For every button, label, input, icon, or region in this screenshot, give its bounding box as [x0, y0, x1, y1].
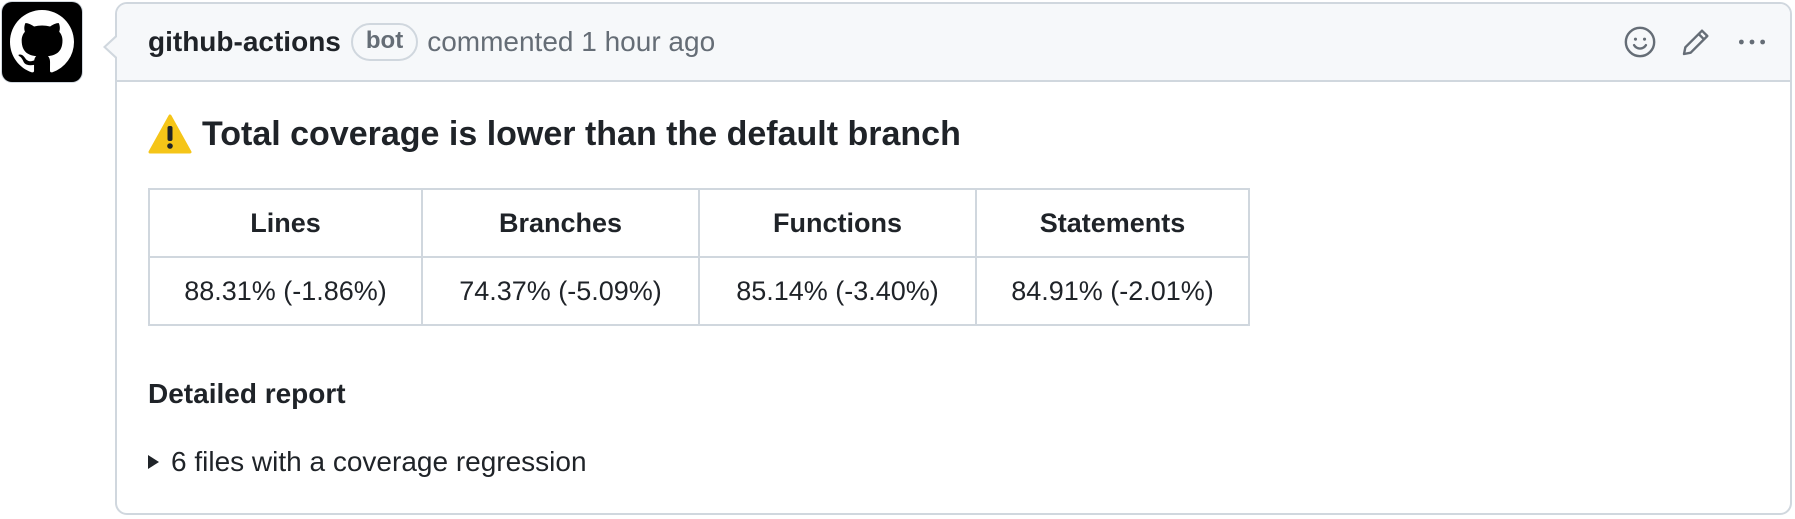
header-lines: Lines	[148, 188, 423, 258]
disclosure-triangle-icon	[148, 455, 159, 469]
comment-timestamp[interactable]: commented 1 hour ago	[427, 26, 715, 58]
more-options-button[interactable]	[1734, 24, 1770, 60]
coverage-heading: Total coverage is lower than the default…	[148, 110, 1759, 158]
header-statements: Statements	[975, 188, 1250, 258]
github-octocat-icon	[10, 10, 74, 73]
bot-badge: bot	[350, 23, 419, 61]
cell-statements: 84.91% (-2.01%)	[975, 256, 1250, 326]
kebab-horizontal-icon	[1738, 39, 1766, 45]
cell-lines: 88.31% (-1.86%)	[148, 256, 423, 326]
cell-branches: 74.37% (-5.09%)	[421, 256, 700, 326]
coverage-table: Lines Branches Functions Statements 88.3…	[148, 188, 1250, 326]
comment-box: github-actions bot commented 1 hour ago	[103, 2, 1792, 515]
avatar[interactable]	[2, 2, 82, 82]
pencil-icon	[1682, 29, 1709, 56]
comment-header: github-actions bot commented 1 hour ago	[117, 4, 1790, 82]
header-actions	[1622, 24, 1770, 60]
add-reaction-button[interactable]	[1622, 24, 1658, 60]
detailed-report-heading: Detailed report	[148, 378, 346, 409]
table-header-row: Lines Branches Functions Statements	[148, 188, 1250, 258]
table-row: 88.31% (-1.86%) 74.37% (-5.09%) 85.14% (…	[148, 256, 1250, 326]
comment-body: Total coverage is lower than the default…	[117, 82, 1790, 478]
header-branches: Branches	[421, 188, 700, 258]
regression-summary-toggle[interactable]: 6 files with a coverage regression	[148, 446, 1759, 478]
page: github-actions bot commented 1 hour ago	[0, 0, 1795, 519]
header-functions: Functions	[698, 188, 977, 258]
summary-label: 6 files with a coverage regression	[171, 446, 587, 477]
edit-comment-button[interactable]	[1678, 24, 1714, 60]
author-link[interactable]: github-actions	[148, 26, 341, 58]
cell-functions: 85.14% (-3.40%)	[698, 256, 977, 326]
heading-text: Total coverage is lower than the default…	[202, 114, 961, 153]
smiley-icon	[1624, 26, 1656, 58]
warning-icon	[148, 114, 192, 154]
